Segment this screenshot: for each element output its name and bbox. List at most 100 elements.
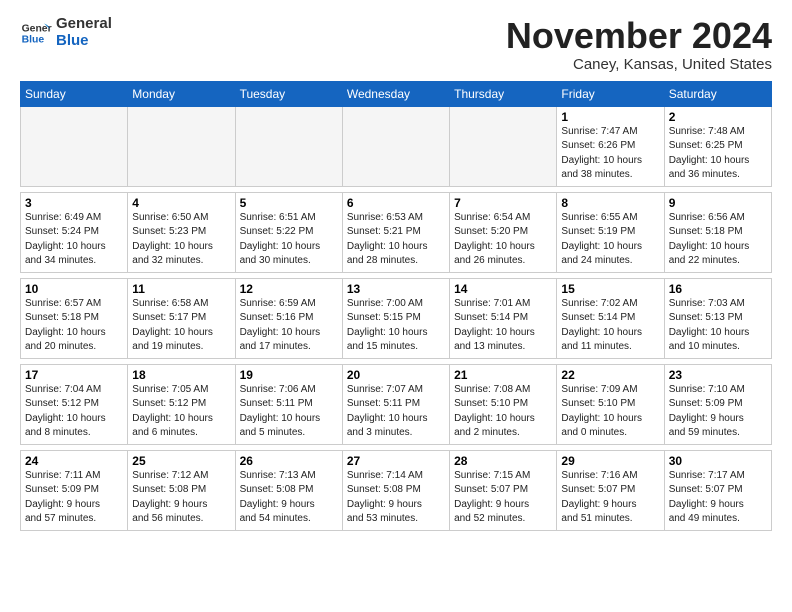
day-number: 13 — [347, 282, 445, 296]
day-number: 21 — [454, 368, 552, 382]
day-number: 10 — [25, 282, 123, 296]
title-block: November 2024 Caney, Kansas, United Stat… — [506, 16, 772, 73]
table-row: 9Sunrise: 6:56 AM Sunset: 5:18 PM Daylig… — [664, 192, 771, 272]
day-number: 11 — [132, 282, 230, 296]
day-number: 26 — [240, 454, 338, 468]
header-thursday: Thursday — [450, 81, 557, 106]
table-row — [450, 106, 557, 186]
table-row: 28Sunrise: 7:15 AM Sunset: 5:07 PM Dayli… — [450, 450, 557, 530]
day-number: 14 — [454, 282, 552, 296]
calendar-week-row: 24Sunrise: 7:11 AM Sunset: 5:09 PM Dayli… — [21, 450, 772, 530]
table-row: 14Sunrise: 7:01 AM Sunset: 5:14 PM Dayli… — [450, 278, 557, 358]
calendar-week-row: 3Sunrise: 6:49 AM Sunset: 5:24 PM Daylig… — [21, 192, 772, 272]
day-info: Sunrise: 6:53 AM Sunset: 5:21 PM Dayligh… — [347, 211, 445, 269]
table-row: 24Sunrise: 7:11 AM Sunset: 5:09 PM Dayli… — [21, 450, 128, 530]
table-row: 1Sunrise: 7:47 AM Sunset: 6:26 PM Daylig… — [557, 106, 664, 186]
day-info: Sunrise: 6:50 AM Sunset: 5:23 PM Dayligh… — [132, 211, 230, 269]
day-info: Sunrise: 7:09 AM Sunset: 5:10 PM Dayligh… — [561, 383, 659, 441]
day-number: 19 — [240, 368, 338, 382]
header-tuesday: Tuesday — [235, 81, 342, 106]
location: Caney, Kansas, United States — [506, 56, 772, 73]
day-info: Sunrise: 7:05 AM Sunset: 5:12 PM Dayligh… — [132, 383, 230, 441]
calendar-week-row: 10Sunrise: 6:57 AM Sunset: 5:18 PM Dayli… — [21, 278, 772, 358]
table-row: 16Sunrise: 7:03 AM Sunset: 5:13 PM Dayli… — [664, 278, 771, 358]
day-info: Sunrise: 7:00 AM Sunset: 5:15 PM Dayligh… — [347, 297, 445, 355]
day-number: 29 — [561, 454, 659, 468]
month-title: November 2024 — [506, 16, 772, 56]
day-number: 12 — [240, 282, 338, 296]
day-info: Sunrise: 7:11 AM Sunset: 5:09 PM Dayligh… — [25, 469, 123, 527]
logo-line2: Blue — [56, 33, 112, 50]
day-number: 5 — [240, 196, 338, 210]
day-number: 22 — [561, 368, 659, 382]
day-info: Sunrise: 7:08 AM Sunset: 5:10 PM Dayligh… — [454, 383, 552, 441]
day-number: 16 — [669, 282, 767, 296]
table-row: 30Sunrise: 7:17 AM Sunset: 5:07 PM Dayli… — [664, 450, 771, 530]
logo-line1: General — [56, 16, 112, 33]
table-row: 11Sunrise: 6:58 AM Sunset: 5:17 PM Dayli… — [128, 278, 235, 358]
table-row: 20Sunrise: 7:07 AM Sunset: 5:11 PM Dayli… — [342, 364, 449, 444]
day-number: 20 — [347, 368, 445, 382]
svg-text:General: General — [22, 23, 52, 34]
svg-text:Blue: Blue — [22, 34, 45, 45]
day-number: 15 — [561, 282, 659, 296]
calendar-week-row: 17Sunrise: 7:04 AM Sunset: 5:12 PM Dayli… — [21, 364, 772, 444]
day-info: Sunrise: 7:04 AM Sunset: 5:12 PM Dayligh… — [25, 383, 123, 441]
day-number: 28 — [454, 454, 552, 468]
table-row: 15Sunrise: 7:02 AM Sunset: 5:14 PM Dayli… — [557, 278, 664, 358]
logo-icon: General Blue — [20, 17, 52, 49]
header-friday: Friday — [557, 81, 664, 106]
day-info: Sunrise: 7:12 AM Sunset: 5:08 PM Dayligh… — [132, 469, 230, 527]
day-info: Sunrise: 7:17 AM Sunset: 5:07 PM Dayligh… — [669, 469, 767, 527]
day-info: Sunrise: 6:58 AM Sunset: 5:17 PM Dayligh… — [132, 297, 230, 355]
day-info: Sunrise: 7:06 AM Sunset: 5:11 PM Dayligh… — [240, 383, 338, 441]
day-info: Sunrise: 7:01 AM Sunset: 5:14 PM Dayligh… — [454, 297, 552, 355]
table-row: 22Sunrise: 7:09 AM Sunset: 5:10 PM Dayli… — [557, 364, 664, 444]
header: General Blue General Blue November 2024 … — [20, 16, 772, 73]
day-info: Sunrise: 6:57 AM Sunset: 5:18 PM Dayligh… — [25, 297, 123, 355]
day-info: Sunrise: 6:51 AM Sunset: 5:22 PM Dayligh… — [240, 211, 338, 269]
day-number: 24 — [25, 454, 123, 468]
day-info: Sunrise: 7:15 AM Sunset: 5:07 PM Dayligh… — [454, 469, 552, 527]
header-wednesday: Wednesday — [342, 81, 449, 106]
day-number: 6 — [347, 196, 445, 210]
table-row — [128, 106, 235, 186]
table-row — [235, 106, 342, 186]
table-row: 26Sunrise: 7:13 AM Sunset: 5:08 PM Dayli… — [235, 450, 342, 530]
day-number: 1 — [561, 110, 659, 124]
table-row — [342, 106, 449, 186]
table-row: 2Sunrise: 7:48 AM Sunset: 6:25 PM Daylig… — [664, 106, 771, 186]
day-info: Sunrise: 7:10 AM Sunset: 5:09 PM Dayligh… — [669, 383, 767, 441]
day-info: Sunrise: 7:07 AM Sunset: 5:11 PM Dayligh… — [347, 383, 445, 441]
logo: General Blue General Blue — [20, 16, 112, 49]
day-info: Sunrise: 7:48 AM Sunset: 6:25 PM Dayligh… — [669, 125, 767, 183]
day-number: 23 — [669, 368, 767, 382]
header-saturday: Saturday — [664, 81, 771, 106]
day-info: Sunrise: 6:55 AM Sunset: 5:19 PM Dayligh… — [561, 211, 659, 269]
day-number: 8 — [561, 196, 659, 210]
day-info: Sunrise: 6:56 AM Sunset: 5:18 PM Dayligh… — [669, 211, 767, 269]
table-row: 18Sunrise: 7:05 AM Sunset: 5:12 PM Dayli… — [128, 364, 235, 444]
table-row: 21Sunrise: 7:08 AM Sunset: 5:10 PM Dayli… — [450, 364, 557, 444]
day-info: Sunrise: 6:54 AM Sunset: 5:20 PM Dayligh… — [454, 211, 552, 269]
table-row: 13Sunrise: 7:00 AM Sunset: 5:15 PM Dayli… — [342, 278, 449, 358]
table-row: 8Sunrise: 6:55 AM Sunset: 5:19 PM Daylig… — [557, 192, 664, 272]
header-monday: Monday — [128, 81, 235, 106]
table-row: 3Sunrise: 6:49 AM Sunset: 5:24 PM Daylig… — [21, 192, 128, 272]
day-info: Sunrise: 6:59 AM Sunset: 5:16 PM Dayligh… — [240, 297, 338, 355]
table-row: 29Sunrise: 7:16 AM Sunset: 5:07 PM Dayli… — [557, 450, 664, 530]
table-row: 4Sunrise: 6:50 AM Sunset: 5:23 PM Daylig… — [128, 192, 235, 272]
table-row: 5Sunrise: 6:51 AM Sunset: 5:22 PM Daylig… — [235, 192, 342, 272]
day-number: 27 — [347, 454, 445, 468]
page: General Blue General Blue November 2024 … — [0, 0, 792, 541]
table-row: 7Sunrise: 6:54 AM Sunset: 5:20 PM Daylig… — [450, 192, 557, 272]
day-info: Sunrise: 7:14 AM Sunset: 5:08 PM Dayligh… — [347, 469, 445, 527]
day-number: 7 — [454, 196, 552, 210]
day-number: 25 — [132, 454, 230, 468]
day-info: Sunrise: 6:49 AM Sunset: 5:24 PM Dayligh… — [25, 211, 123, 269]
calendar-table: Sunday Monday Tuesday Wednesday Thursday… — [20, 81, 772, 531]
calendar-header-row: Sunday Monday Tuesday Wednesday Thursday… — [21, 81, 772, 106]
day-info: Sunrise: 7:02 AM Sunset: 5:14 PM Dayligh… — [561, 297, 659, 355]
day-number: 3 — [25, 196, 123, 210]
day-number: 17 — [25, 368, 123, 382]
